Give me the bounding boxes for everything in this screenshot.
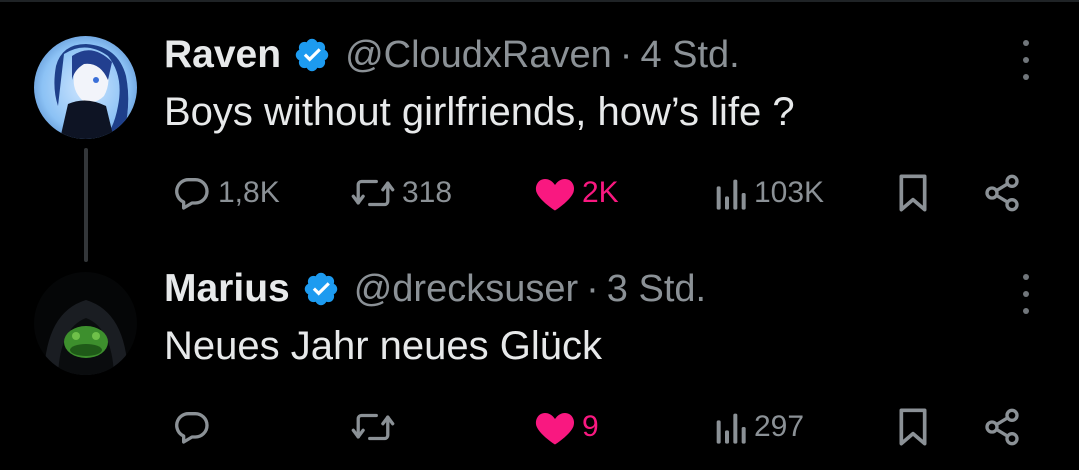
tweet-text: Neues Jahr neues Glück: [164, 324, 603, 368]
reply-button[interactable]: [172, 402, 218, 452]
bookmark-icon: [896, 407, 930, 447]
reply-count: 1,8K: [218, 176, 280, 209]
like-icon: [534, 407, 576, 447]
separator-dot: ·: [586, 267, 599, 310]
views-count: 103K: [754, 176, 825, 209]
bookmark-button[interactable]: [896, 402, 930, 452]
display-name[interactable]: Marius: [164, 267, 290, 311]
bookmark-icon: [896, 173, 930, 213]
timestamp[interactable]: 4 Std.: [640, 34, 739, 77]
tweet-header: Marius @drecksuser · 3 Std.: [164, 264, 706, 314]
like-count: 2K: [582, 176, 619, 209]
tweet-text: Boys without girlfriends, how’s life ?: [164, 90, 795, 134]
reply-icon: [172, 407, 212, 447]
repost-count: 318: [402, 176, 453, 209]
repost-button[interactable]: [350, 402, 402, 452]
avatar-marius[interactable]: [34, 272, 137, 375]
verified-badge-icon: [302, 270, 340, 308]
share-button[interactable]: [982, 402, 1022, 452]
action-bar: 1,8K 318 2K 103K: [0, 168, 1079, 218]
handle[interactable]: @CloudxRaven: [345, 34, 612, 77]
reply-button[interactable]: 1,8K: [172, 168, 280, 218]
share-button[interactable]: [982, 168, 1022, 218]
separator-dot: ·: [619, 33, 633, 76]
handle[interactable]: @drecksuser: [354, 268, 578, 311]
views-icon: [712, 407, 748, 447]
avatar-raven[interactable]: [34, 36, 137, 139]
tweet-header: Raven @CloudxRaven · 4 Std.: [164, 30, 740, 80]
verified-badge-icon: [293, 36, 331, 74]
like-button[interactable]: 9: [534, 402, 599, 452]
views-button[interactable]: 297: [712, 402, 804, 452]
share-icon: [982, 173, 1022, 213]
action-bar: 9 297: [0, 402, 1079, 452]
display-name[interactable]: Raven: [164, 33, 281, 77]
like-icon: [534, 173, 576, 213]
like-count: 9: [582, 410, 599, 443]
more-options-icon[interactable]: [1018, 40, 1034, 80]
views-icon: [712, 173, 748, 213]
tweet-marius[interactable]: Marius @drecksuser · 3 Std. Neues Jahr n…: [0, 250, 1079, 470]
repost-icon: [350, 173, 396, 213]
share-icon: [982, 407, 1022, 447]
views-button[interactable]: 103K: [712, 168, 824, 218]
timestamp[interactable]: 3 Std.: [607, 268, 706, 311]
like-button[interactable]: 2K: [534, 168, 619, 218]
bookmark-button[interactable]: [896, 168, 930, 218]
views-count: 297: [754, 410, 805, 443]
more-options-icon[interactable]: [1018, 274, 1034, 314]
repost-icon: [350, 407, 396, 447]
reply-icon: [172, 173, 212, 213]
repost-button[interactable]: 318: [350, 168, 452, 218]
tweet-raven[interactable]: Raven @CloudxRaven · 4 Std. Boys without…: [0, 0, 1079, 262]
